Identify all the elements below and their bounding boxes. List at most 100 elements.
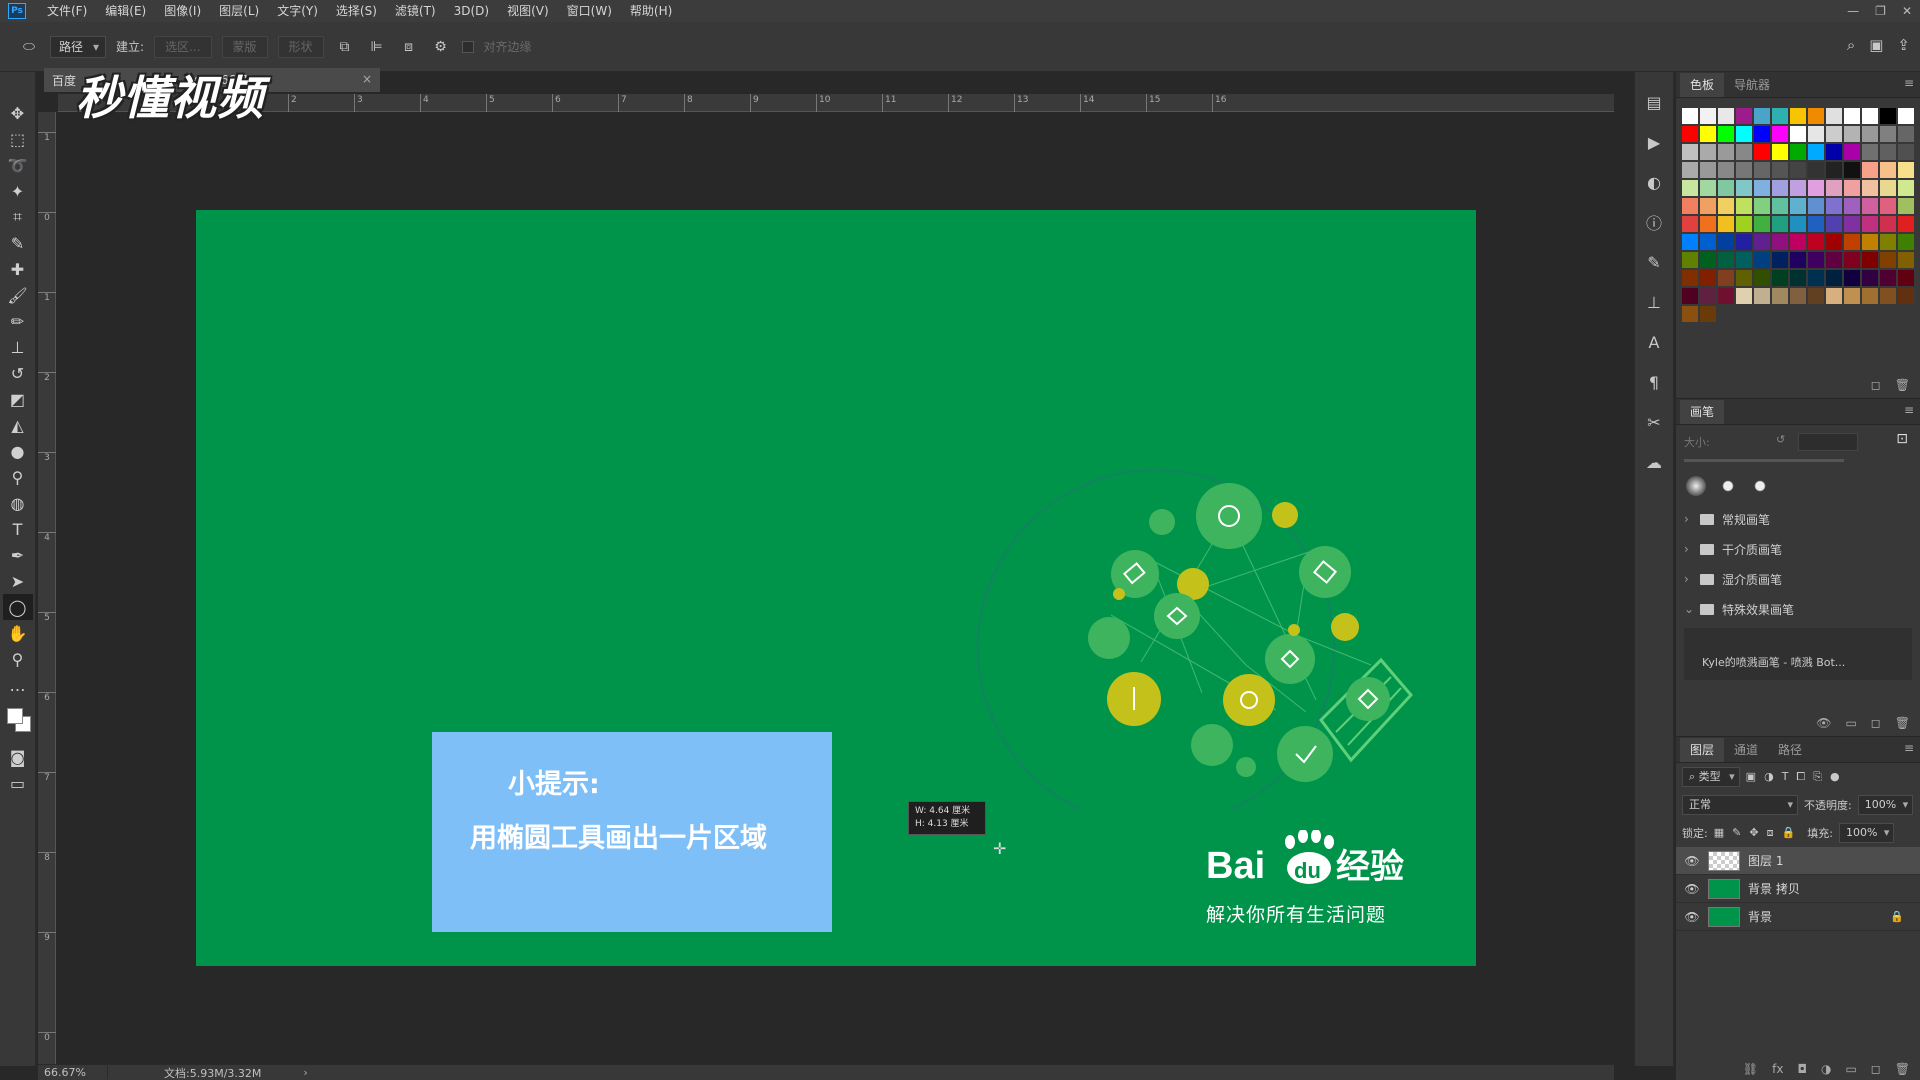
color-swatch[interactable] [1898, 288, 1914, 304]
color-swatch[interactable] [1808, 144, 1824, 160]
color-swatch[interactable] [1844, 234, 1860, 250]
dodge-tool-icon[interactable]: ⚲ [3, 464, 33, 490]
minimize-icon[interactable]: — [1847, 4, 1859, 18]
color-swatch[interactable] [1826, 252, 1842, 268]
color-swatch[interactable] [1754, 108, 1770, 124]
color-swatch[interactable] [1808, 216, 1824, 232]
color-swatch[interactable] [1826, 126, 1842, 142]
menu-window[interactable]: 窗口(W) [558, 0, 621, 22]
color-swatch[interactable] [1736, 270, 1752, 286]
color-swatch[interactable] [1826, 288, 1842, 304]
color-swatch[interactable] [1718, 252, 1734, 268]
restore-icon[interactable]: ❐ [1875, 4, 1886, 18]
color-swatch[interactable] [1790, 180, 1806, 196]
color-swatch[interactable] [1682, 126, 1698, 142]
color-swatch[interactable] [1844, 144, 1860, 160]
lock-transparent-icon[interactable]: ▦ [1714, 826, 1724, 840]
info-panel-icon[interactable]: ⓘ [1640, 208, 1668, 236]
make-mask-button[interactable]: 蒙版 [221, 35, 268, 58]
make-selection-button[interactable]: 选区... [154, 35, 212, 58]
color-swatch[interactable] [1736, 234, 1752, 250]
align-edges-checkbox[interactable] [461, 40, 474, 53]
color-swatch[interactable] [1754, 270, 1770, 286]
color-swatch[interactable] [1682, 306, 1698, 322]
color-swatch[interactable] [1844, 162, 1860, 178]
color-swatch[interactable] [1808, 270, 1824, 286]
new-group-icon[interactable]: ▭ [1845, 1062, 1856, 1076]
color-swatch[interactable] [1898, 234, 1914, 250]
tab-brushes[interactable]: 画笔 [1680, 400, 1725, 424]
delete-swatch-icon[interactable]: 🗑 [1895, 378, 1910, 392]
menu-view[interactable]: 视图(V) [498, 0, 558, 22]
color-swatch[interactable] [1700, 180, 1716, 196]
color-swatch[interactable] [1718, 234, 1734, 250]
ellipse-tool-preset-icon[interactable]: ⬭ [18, 36, 40, 58]
brush-preset-item[interactable]: Kyle的喷溅画笔 - 喷溅 Bot... [1684, 628, 1912, 680]
layer-name[interactable]: 背景 拷贝 [1748, 880, 1800, 897]
path-selection-tool-icon[interactable]: ➤ [3, 568, 33, 594]
opacity-input[interactable]: 100% [1857, 795, 1914, 815]
color-swatch[interactable] [1844, 288, 1860, 304]
color-swatch[interactable] [1898, 162, 1914, 178]
color-swatch[interactable] [1898, 144, 1914, 160]
color-swatch[interactable] [1880, 270, 1896, 286]
color-swatch[interactable] [1844, 252, 1860, 268]
color-swatch[interactable] [1736, 180, 1752, 196]
color-swatch[interactable] [1862, 288, 1878, 304]
menu-3d[interactable]: 3D(D) [445, 0, 498, 22]
color-swatch[interactable] [1682, 162, 1698, 178]
color-swatch[interactable] [1790, 108, 1806, 124]
color-swatch[interactable] [1772, 270, 1788, 286]
menu-edit[interactable]: 编辑(E) [96, 0, 155, 22]
menu-file[interactable]: 文件(F) [38, 0, 96, 22]
color-swatch[interactable] [1808, 108, 1824, 124]
marquee-tool-icon[interactable]: ⬚ [3, 126, 33, 152]
layer-filter-select[interactable]: ⌕ 类型 [1682, 767, 1740, 787]
healing-brush-tool-icon[interactable]: ✚ [3, 256, 33, 282]
link-layers-icon[interactable]: ⛓ [1743, 1062, 1758, 1076]
layer-row[interactable]: 👁 背景 拷贝 [1676, 875, 1920, 903]
eraser-tool-icon[interactable]: ◩ [3, 386, 33, 412]
eye-icon[interactable]: 👁 [1684, 854, 1700, 868]
tab-swatches[interactable]: 色板 [1680, 73, 1725, 97]
menu-image[interactable]: 图像(I) [155, 0, 210, 22]
new-layer-icon[interactable]: ◻ [1871, 1062, 1881, 1076]
eye-icon[interactable]: 👁 [1684, 882, 1700, 896]
color-swatch[interactable] [1862, 234, 1878, 250]
menu-type[interactable]: 文字(Y) [268, 0, 327, 22]
color-swatch[interactable] [1898, 252, 1914, 268]
color-swatch[interactable] [1826, 216, 1842, 232]
color-swatch[interactable] [1700, 306, 1716, 322]
color-swatch[interactable] [1880, 288, 1896, 304]
color-swatch[interactable] [1898, 108, 1914, 124]
workspace-icon[interactable]: ▣ [1869, 36, 1883, 54]
panel-menu-icon[interactable]: ≡ [1904, 76, 1914, 90]
color-swatch[interactable] [1862, 108, 1878, 124]
color-swatches[interactable] [3, 704, 33, 738]
color-swatch[interactable] [1826, 198, 1842, 214]
layer-name[interactable]: 背景 [1748, 908, 1772, 925]
color-swatch[interactable] [1808, 198, 1824, 214]
filter-smart-object-icon[interactable]: ⎘ [1813, 770, 1822, 784]
color-swatch[interactable] [1682, 198, 1698, 214]
color-swatch[interactable] [1808, 234, 1824, 250]
eyedropper-tool-icon[interactable]: ✎ [3, 230, 33, 256]
color-swatch[interactable] [1862, 126, 1878, 142]
ellipse-tool-icon[interactable]: ◯ [2, 594, 33, 620]
color-swatch[interactable] [1682, 180, 1698, 196]
color-swatch[interactable] [1898, 126, 1914, 142]
color-swatch[interactable] [1826, 162, 1842, 178]
color-swatch[interactable] [1718, 162, 1734, 178]
color-swatch[interactable] [1898, 216, 1914, 232]
panel-menu-icon[interactable]: ≡ [1904, 741, 1914, 755]
color-swatch[interactable] [1844, 270, 1860, 286]
color-swatch[interactable] [1736, 198, 1752, 214]
color-swatch[interactable] [1880, 252, 1896, 268]
new-brush-footer-icon[interactable]: ◻ [1871, 716, 1881, 730]
color-swatch[interactable] [1700, 108, 1716, 124]
color-swatch[interactable] [1754, 162, 1770, 178]
color-swatch[interactable] [1772, 288, 1788, 304]
color-swatch[interactable] [1700, 288, 1716, 304]
color-swatch[interactable] [1736, 288, 1752, 304]
brush-folder-special-effects[interactable]: ⌄ 特殊效果画笔 [1676, 594, 1920, 624]
